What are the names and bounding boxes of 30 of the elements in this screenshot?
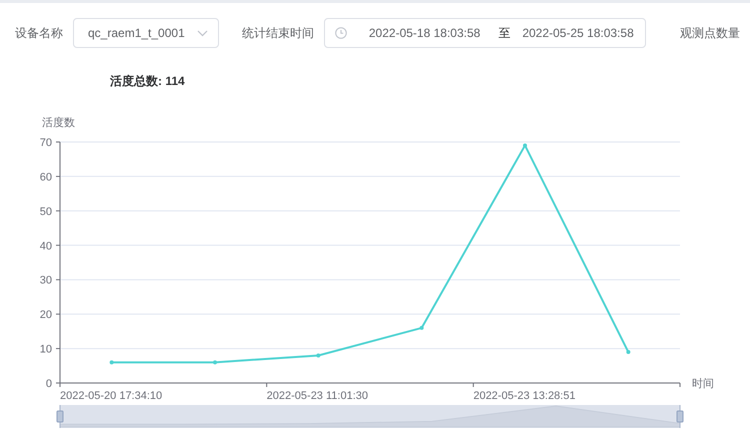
axis-label: 20 <box>40 309 52 322</box>
axis-label: 50 <box>40 206 52 218</box>
data-point <box>110 360 114 364</box>
data-point <box>213 360 217 364</box>
data-point <box>626 350 630 354</box>
data-point <box>316 353 320 358</box>
device-select[interactable]: qc_raem1_t_0001 <box>73 18 219 48</box>
axis-title: 时间 <box>692 378 714 390</box>
total-count: 活度总数: 114 <box>110 73 186 89</box>
slider-handle[interactable] <box>676 410 684 422</box>
axis-label: 2022-05-20 17:34:10 <box>60 390 162 402</box>
axis-label: 2022-05-23 13:28:51 <box>473 390 576 402</box>
field-label: 设备名称 <box>15 24 63 42</box>
axis-label: 0 <box>46 378 52 390</box>
axis-label: 40 <box>40 240 52 252</box>
clock-icon <box>334 27 347 39</box>
chevron-down-icon <box>196 30 208 36</box>
zoom-slider[interactable] <box>60 404 680 428</box>
axis-label: 10 <box>40 344 52 356</box>
data-point <box>420 326 424 330</box>
data-point <box>523 143 527 148</box>
axis-label: 70 <box>40 137 52 149</box>
axis-title: 活度数 <box>42 117 75 129</box>
axis-label: 60 <box>40 171 52 184</box>
field-label: 统计结束时间 <box>242 24 314 42</box>
axis-label: 30 <box>40 274 52 287</box>
date-range-field[interactable]: 2022-05-18 18:03:58 至 2022-05-25 18:03:58 <box>324 18 646 48</box>
slider-handle[interactable] <box>56 410 64 422</box>
axis-label: 2022-05-23 11:01:30 <box>266 390 368 402</box>
field-label: 观测点数量 <box>680 24 740 42</box>
